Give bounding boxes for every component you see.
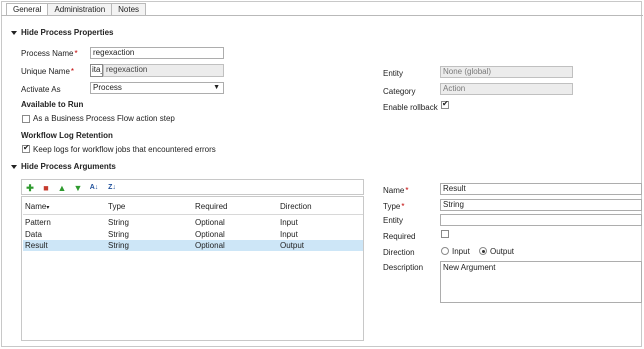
header-divider: [23, 214, 363, 215]
unique-name-prefix: ita_: [90, 64, 103, 77]
arg-type-label: Type*: [383, 202, 405, 211]
arg-description-textarea[interactable]: New Argument: [440, 261, 642, 303]
cell-name: Result: [25, 241, 48, 250]
sort-descending-icon[interactable]: Z↓: [107, 183, 117, 193]
column-header-type[interactable]: Type: [108, 202, 125, 211]
cell-direction: Input: [280, 218, 298, 227]
enable-rollback-label: Enable rollback: [383, 103, 438, 112]
arg-name-label: Name*: [383, 186, 409, 195]
table-row-selected[interactable]: Result String Optional Output: [23, 240, 363, 251]
direction-output-radio[interactable]: [479, 247, 487, 255]
dropdown-arrow-icon: ▼: [213, 84, 220, 91]
workflow-log-retention-heading: Workflow Log Retention: [21, 131, 113, 140]
sort-ascending-icon[interactable]: A↓: [89, 183, 99, 193]
arg-name-input[interactable]: Result: [440, 183, 642, 195]
arg-type-select[interactable]: String: [440, 199, 642, 211]
cell-name: Data: [25, 230, 42, 239]
move-down-icon[interactable]: ▼: [73, 183, 83, 193]
cell-type: String: [108, 241, 129, 250]
column-header-name[interactable]: Name▾: [25, 202, 49, 211]
category-field: Action: [440, 83, 573, 95]
category-label: Category: [383, 87, 416, 96]
arg-entity-input[interactable]: [440, 214, 642, 226]
activate-as-value: Process: [93, 83, 122, 92]
arguments-grid: Name▾ Type Required Direction Pattern St…: [21, 196, 364, 341]
keep-logs-checkbox[interactable]: [22, 143, 30, 153]
unique-name-input: regexaction: [103, 64, 224, 77]
cell-required: Optional: [195, 230, 225, 239]
process-name-label: Process Name*: [21, 49, 78, 58]
available-to-run-heading: Available to Run: [21, 100, 84, 109]
hide-process-properties-toggle[interactable]: Hide Process Properties: [11, 28, 113, 37]
direction-output-label: Output: [490, 247, 515, 256]
column-header-required[interactable]: Required: [195, 202, 227, 211]
collapse-triangle-icon: [11, 30, 17, 35]
direction-input-label: Input: [452, 247, 470, 256]
section-title: Hide Process Arguments: [21, 162, 116, 171]
arg-entity-label: Entity: [383, 216, 404, 225]
table-row[interactable]: Data String Optional Input: [23, 229, 363, 240]
arg-required-label: Required: [383, 232, 416, 241]
direction-input-radio[interactable]: [441, 247, 449, 255]
entity-label: Entity: [383, 69, 404, 78]
delete-icon[interactable]: ■: [41, 183, 51, 193]
cell-required: Optional: [195, 218, 225, 227]
arg-direction-label: Direction: [383, 248, 415, 257]
enable-rollback-checkbox[interactable]: [441, 99, 449, 109]
tab-divider: [1, 15, 643, 16]
cell-type: String: [108, 230, 129, 239]
process-name-input[interactable]: regexaction: [90, 47, 224, 59]
arguments-toolbar: ✚ ■ ▲ ▼ A↓ Z↓: [21, 179, 364, 195]
hide-process-arguments-toggle[interactable]: Hide Process Arguments: [11, 162, 116, 171]
arg-required-checkbox[interactable]: [441, 230, 449, 238]
move-up-icon[interactable]: ▲: [57, 183, 67, 193]
collapse-triangle-icon: [11, 164, 17, 169]
keep-logs-label: Keep logs for workflow jobs that encount…: [33, 145, 216, 154]
bpf-action-step-checkbox[interactable]: [22, 115, 30, 123]
arg-description-label: Description: [383, 263, 424, 272]
cell-type: String: [108, 218, 129, 227]
cell-name: Pattern: [25, 218, 51, 227]
bpf-action-step-label: As a Business Process Flow action step: [33, 114, 175, 123]
add-icon[interactable]: ✚: [25, 183, 35, 193]
column-header-direction[interactable]: Direction: [280, 202, 312, 211]
cell-direction: Input: [280, 230, 298, 239]
cell-required: Optional: [195, 241, 225, 250]
activate-as-label: Activate As: [21, 85, 61, 94]
unique-name-label: Unique Name*: [21, 67, 75, 76]
activate-as-select[interactable]: Process ▼: [90, 82, 224, 94]
entity-field: None (global): [440, 66, 573, 78]
table-row[interactable]: Pattern String Optional Input: [23, 217, 363, 228]
section-title: Hide Process Properties: [21, 28, 114, 37]
cell-direction: Output: [280, 241, 305, 250]
